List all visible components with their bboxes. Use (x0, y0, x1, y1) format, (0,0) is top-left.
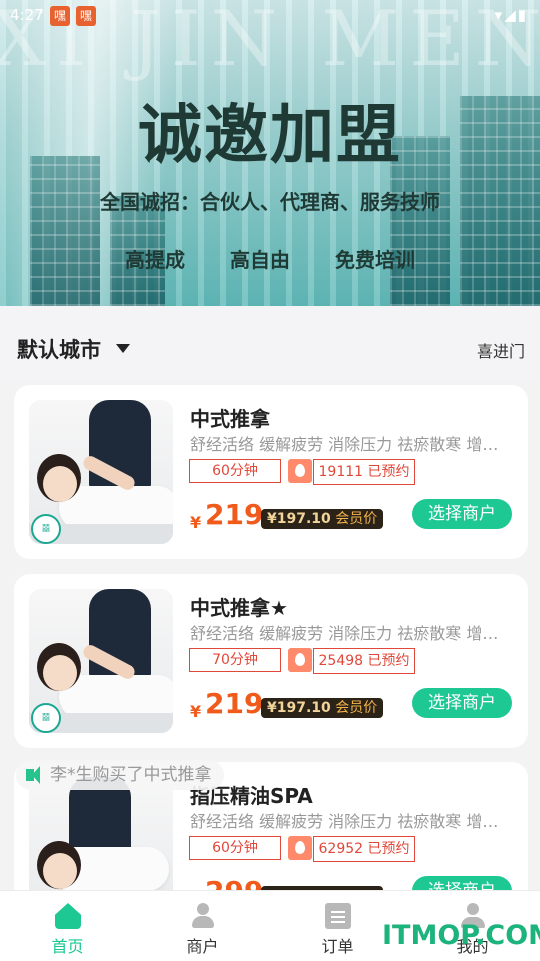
booked-count: 19111 已预约 (313, 459, 415, 485)
battery-icon: ▮ (517, 6, 528, 24)
speaker-icon (26, 769, 34, 781)
choose-merchant-button[interactable]: 选择商户 (412, 688, 512, 718)
service-title: 中式推拿★ (190, 596, 288, 620)
booked-count: 62952 已预约 (313, 836, 415, 862)
wifi-icon: ▾ (494, 6, 505, 24)
service-description: 舒经活络 缓解疲劳 消除压力 祛瘀散寒 增… (190, 624, 499, 643)
join-banner[interactable]: XI JIN MEN 4:27 嘿 嘿 ▾◢▮ 诚邀加盟 全国诚招：合伙人、代理… (0, 0, 540, 306)
toast-text: 李*生购买了中式推拿 (50, 765, 212, 785)
service-image: 囍 (29, 589, 173, 733)
signal-icon: ◢ (504, 6, 518, 24)
price: 219 (205, 498, 264, 531)
filter-row: 默认城市 喜进门 (0, 306, 540, 382)
tab-label: 商户 (186, 937, 219, 956)
banner-headline: 诚邀加盟 (138, 99, 402, 173)
fire-icon (288, 459, 312, 483)
notification-icon: 嘿 (50, 6, 70, 26)
service-description: 舒经活络 缓解疲劳 消除压力 祛瘀散寒 增… (190, 435, 499, 454)
shop-name[interactable]: 喜进门 (477, 338, 525, 362)
service-image: 囍 (29, 400, 173, 544)
currency-symbol: ¥ (190, 513, 202, 532)
banner-perks: 高提成 高自由 免费培训 (0, 244, 540, 273)
brand-logo-icon: 囍 (31, 703, 61, 733)
system-status-icons: ▾◢▮ (495, 6, 528, 24)
duration-tag: 60分钟 (189, 459, 281, 483)
member-price-badge: ¥197.10 会员价 (261, 698, 384, 718)
tab-label: 首页 (51, 937, 84, 956)
fire-icon (288, 648, 312, 672)
perk-label: 高提成 (125, 248, 186, 272)
member-price: ¥197.10 (267, 700, 331, 716)
choose-merchant-button[interactable]: 选择商户 (412, 499, 512, 529)
site-watermark: ITMOP.COM (382, 920, 540, 951)
service-card[interactable]: 囍 中式推拿★ 舒经活络 缓解疲劳 消除压力 祛瘀散寒 增… 70分钟 2549… (14, 574, 528, 748)
service-card[interactable]: 囍 中式推拿 舒经活络 缓解疲劳 消除压力 祛瘀散寒 增… 60分钟 19111… (14, 385, 528, 559)
service-description: 舒经活络 缓解疲劳 消除压力 祛瘀散寒 增… (190, 812, 499, 831)
order-icon (325, 903, 351, 929)
caret-down-icon[interactable] (116, 344, 130, 353)
price: 219 (205, 687, 264, 720)
duration-tag: 60分钟 (189, 836, 281, 860)
purchase-toast: 李*生购买了中式推拿 (16, 760, 224, 790)
banner-subtitle: 全国诚招：合伙人、代理商、服务技师 (100, 190, 440, 214)
brand-logo-icon: 囍 (31, 514, 61, 544)
member-price-label: 会员价 (335, 700, 378, 716)
tab-merchant[interactable]: 商户 (135, 891, 270, 961)
home-icon (55, 903, 81, 929)
status-bar: 4:27 嘿 嘿 ▾◢▮ (0, 0, 540, 32)
notification-icon: 嘿 (76, 6, 96, 26)
member-price-badge: ¥197.10 会员价 (261, 509, 384, 529)
currency-symbol: ¥ (190, 702, 202, 721)
perk-label: 免费培训 (334, 248, 415, 272)
tab-home[interactable]: 首页 (0, 891, 135, 961)
service-title: 中式推拿 (190, 407, 270, 431)
duration-tag: 70分钟 (189, 648, 281, 672)
city-selector[interactable]: 默认城市 (17, 334, 101, 364)
booked-count: 25498 已预约 (313, 648, 415, 674)
perk-label: 高自由 (230, 248, 290, 272)
member-price-label: 会员价 (335, 511, 378, 527)
status-time: 4:27 (10, 6, 44, 24)
merchant-icon (190, 903, 216, 929)
member-price: ¥197.10 (267, 511, 331, 527)
fire-icon (288, 836, 312, 860)
